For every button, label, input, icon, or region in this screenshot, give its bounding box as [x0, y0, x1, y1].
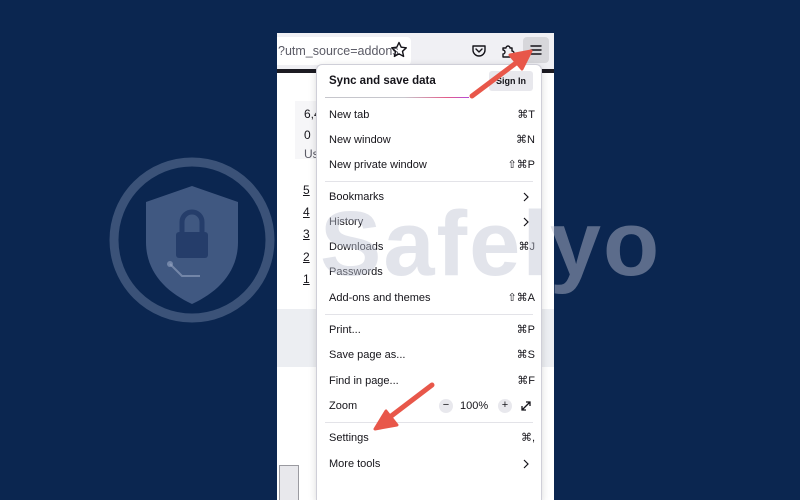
menu-item-label: Zoom	[329, 400, 358, 412]
menu-item-find-in-page[interactable]: Find in page... ⌘F	[317, 369, 541, 393]
menu-separator	[325, 422, 533, 423]
zoom-level[interactable]: 100%	[460, 394, 488, 418]
menu-item-label: Add-ons and themes	[329, 292, 431, 304]
menu-separator	[325, 181, 533, 182]
menu-item-label: Find in page...	[329, 375, 399, 387]
pocket-icon[interactable]	[468, 40, 490, 62]
rating-link-5[interactable]: 5	[303, 183, 310, 197]
sync-title: Sync and save data	[329, 75, 436, 87]
menu-item-bookmarks[interactable]: Bookmarks	[317, 185, 541, 209]
menu-item-label: Print...	[329, 324, 361, 336]
menu-item-history[interactable]: History	[317, 210, 541, 234]
menu-item-settings[interactable]: Settings ⌘,	[317, 426, 541, 450]
menu-item-label: Settings	[329, 432, 369, 444]
sign-in-button[interactable]: Sign In	[489, 71, 533, 91]
chevron-right-icon	[523, 459, 529, 469]
menu-item-passwords[interactable]: Passwords	[317, 260, 541, 284]
hamburger-menu-button[interactable]	[523, 37, 549, 63]
menu-item-zoom: Zoom − 100% +	[317, 394, 541, 418]
menu-item-shortcut: ⌘,	[520, 432, 535, 444]
menu-item-shortcut: ⌘F	[517, 375, 535, 387]
menu-item-more-tools[interactable]: More tools	[317, 452, 541, 476]
extensions-icon[interactable]	[497, 40, 519, 62]
rating-link-3[interactable]: 3	[303, 227, 310, 241]
menu-item-shortcut: ⌘T	[517, 109, 535, 121]
menu-item-addons-themes[interactable]: Add-ons and themes ⇧⌘A	[317, 286, 541, 310]
hamburger-menu-icon	[530, 45, 542, 55]
screenshot-stage: ?utm_source=addons 6,4 0 Us 5 4 3 2 1 Sy…	[0, 0, 800, 500]
menu-item-label: New private window	[329, 159, 427, 171]
menu-item-label: New tab	[329, 109, 370, 121]
sync-header[interactable]: Sync and save data Sign In	[317, 65, 541, 98]
screenshot-thumbnail[interactable]	[279, 465, 299, 500]
stat-reviews-count: 0	[304, 128, 311, 142]
menu-item-label: Passwords	[329, 266, 383, 278]
url-text: ?utm_source=addons	[278, 44, 399, 58]
url-bar[interactable]: ?utm_source=addons	[277, 37, 411, 65]
menu-item-label: New window	[329, 134, 391, 146]
menu-item-save-page[interactable]: Save page as... ⌘S	[317, 343, 541, 367]
chevron-right-icon	[523, 217, 529, 227]
menu-item-new-private-window[interactable]: New private window ⇧⌘P	[317, 153, 541, 177]
rating-link-1[interactable]: 1	[303, 272, 310, 286]
rating-link-2[interactable]: 2	[303, 250, 310, 264]
fullscreen-icon[interactable]	[519, 399, 533, 413]
menu-item-shortcut: ⇧⌘A	[507, 292, 535, 304]
menu-item-shortcut: ⌘J	[518, 241, 536, 253]
menu-item-shortcut: ⌘P	[516, 324, 535, 336]
menu-item-new-tab[interactable]: New tab ⌘T	[317, 103, 541, 127]
star-icon[interactable]	[389, 40, 409, 60]
menu-item-shortcut: ⌘N	[516, 134, 535, 146]
menu-item-shortcut: ⇧⌘P	[507, 159, 535, 171]
chevron-right-icon	[523, 192, 529, 202]
menu-item-shortcut: ⌘S	[516, 349, 535, 361]
menu-item-downloads[interactable]: Downloads ⌘J	[317, 235, 541, 259]
menu-separator	[325, 314, 533, 315]
rating-link-4[interactable]: 4	[303, 205, 310, 219]
menu-item-label: Save page as...	[329, 349, 406, 361]
sync-divider	[325, 97, 469, 98]
menu-item-label: More tools	[329, 458, 381, 470]
menu-item-new-window[interactable]: New window ⌘N	[317, 128, 541, 152]
menu-item-print[interactable]: Print... ⌘P	[317, 318, 541, 342]
menu-item-label: History	[329, 216, 364, 228]
zoom-out-button[interactable]: −	[439, 399, 453, 413]
zoom-in-button[interactable]: +	[498, 399, 512, 413]
menu-item-label: Bookmarks	[329, 191, 385, 203]
app-menu-panel: Sync and save data Sign In New tab ⌘T Ne…	[316, 64, 542, 500]
menu-item-label: Downloads	[329, 241, 384, 253]
